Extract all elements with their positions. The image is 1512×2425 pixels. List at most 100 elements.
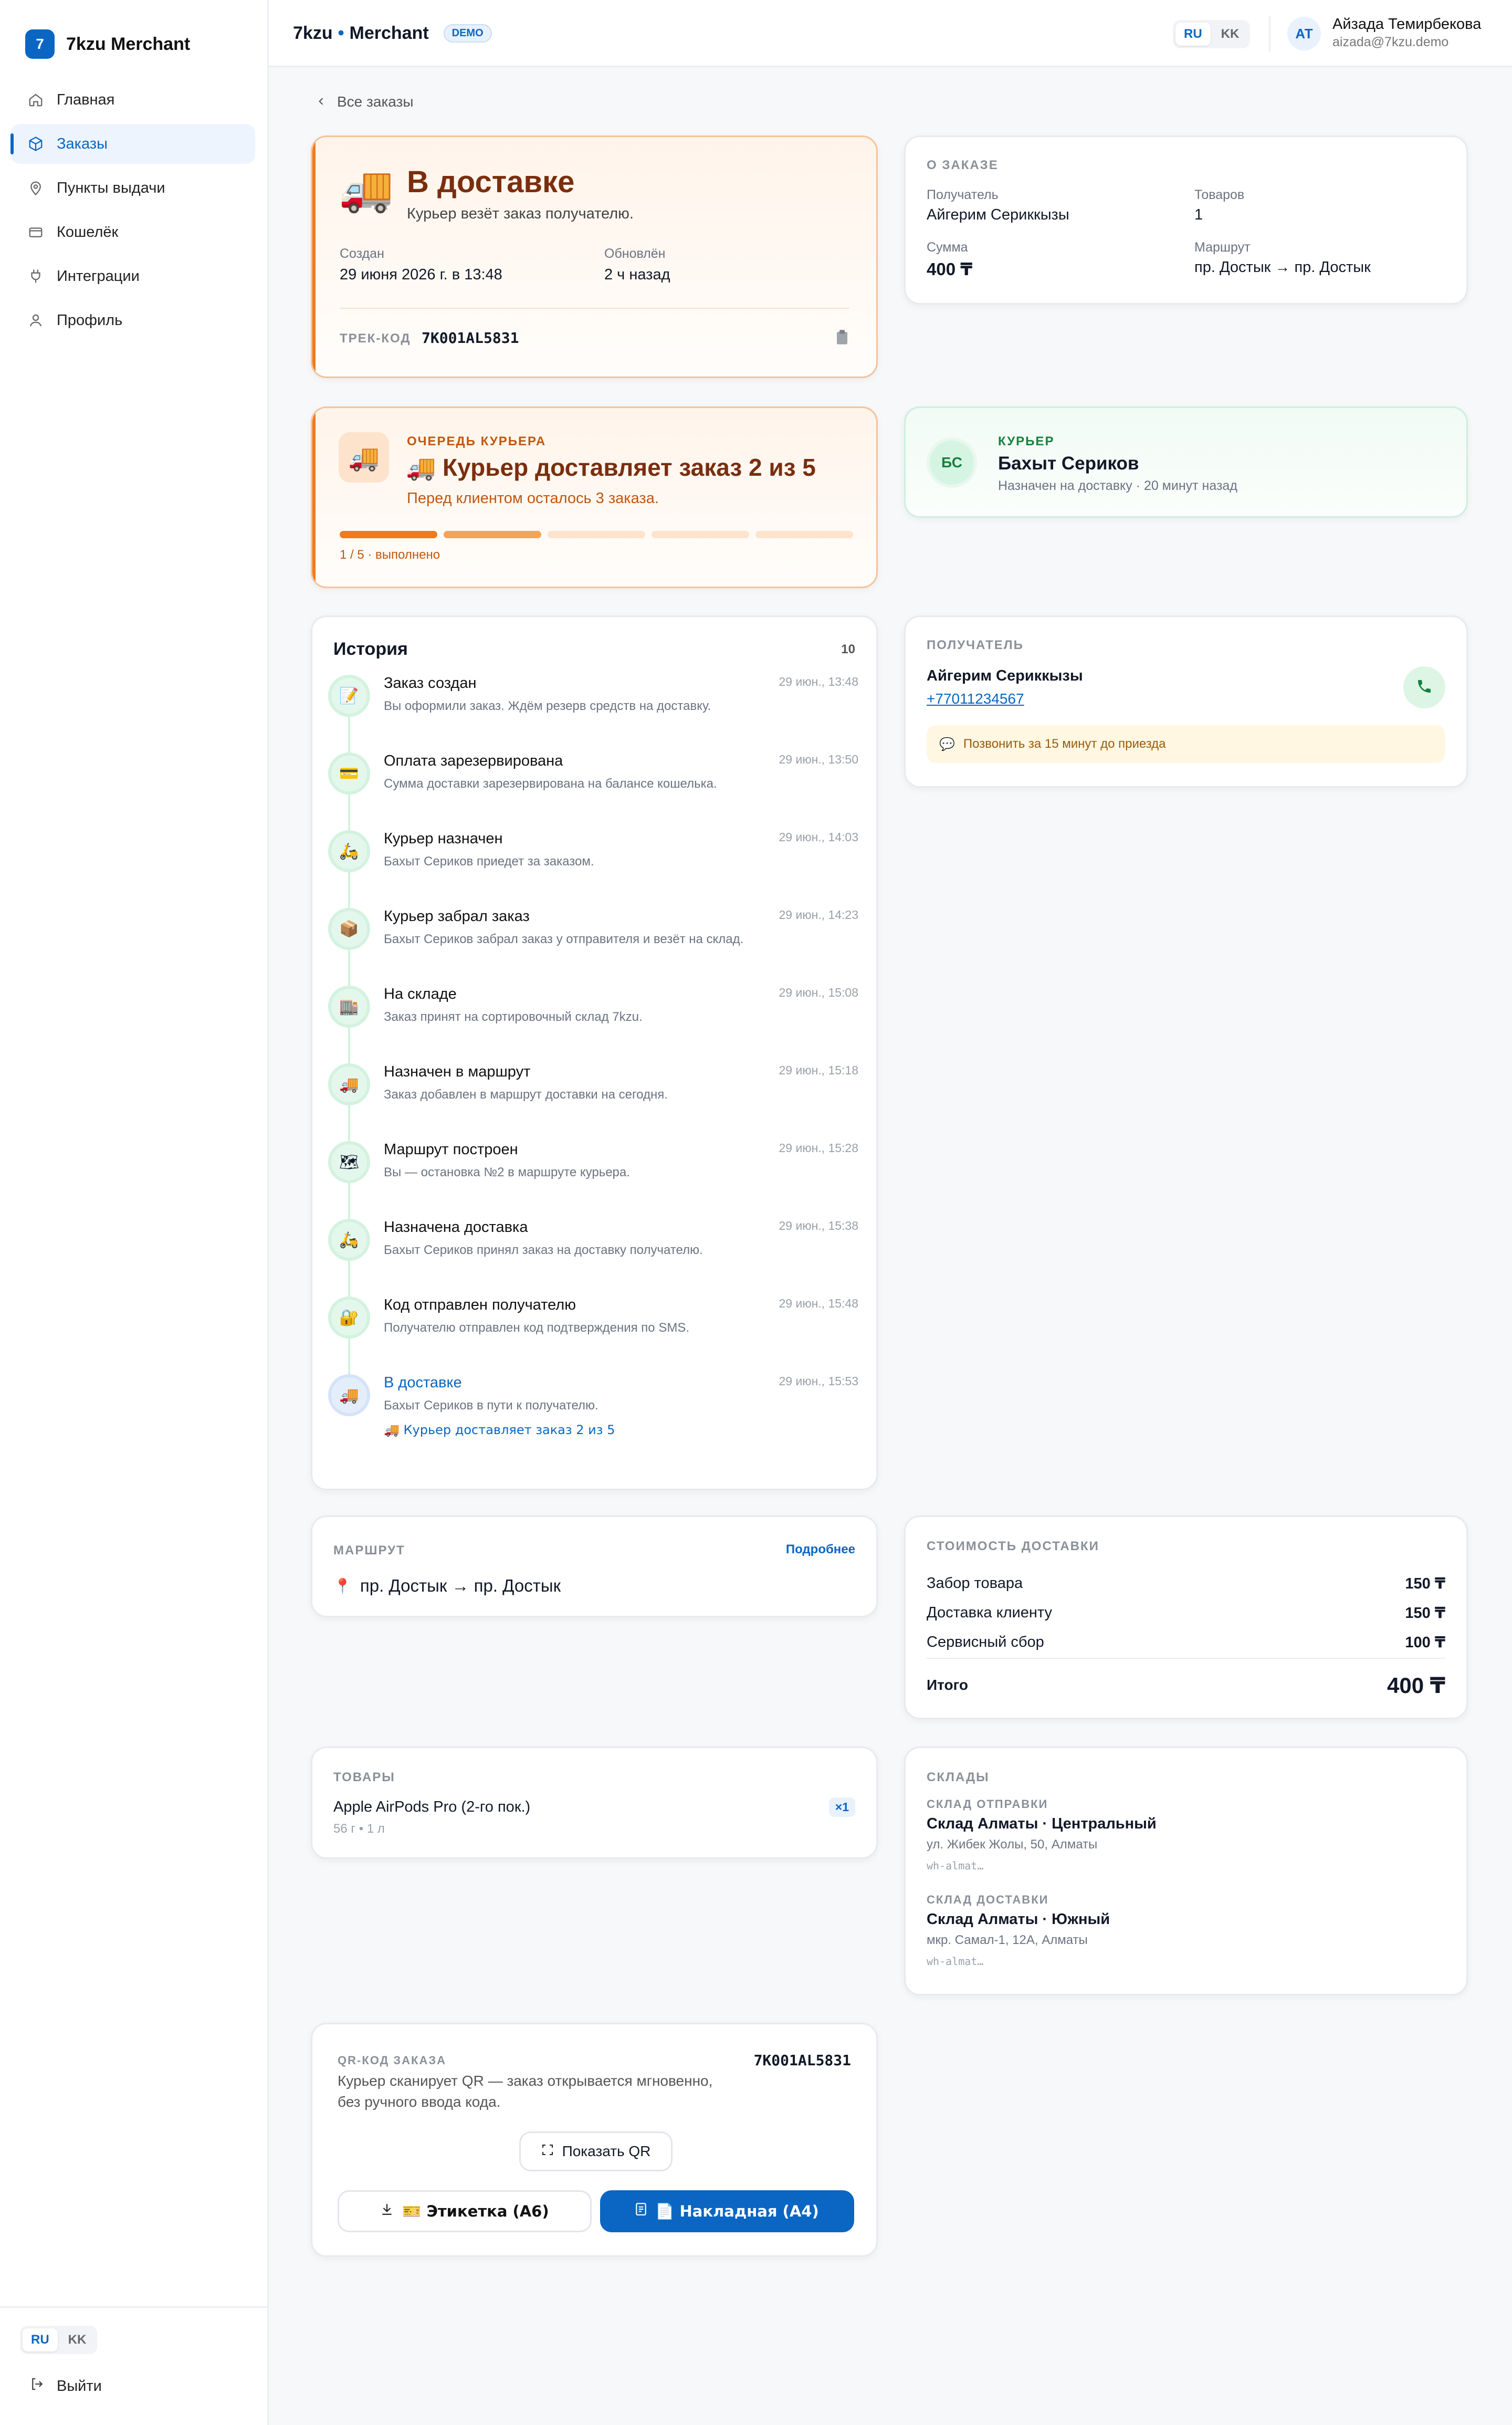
- sidebar-nav: Главная Заказы Пункты выдачи Кошелёк Инт…: [10, 80, 255, 344]
- history-step-desc: Бахыт Сериков в пути к получателю.: [384, 1398, 598, 1413]
- qr-desc-line2: без ручного ввода кода.: [338, 2094, 501, 2110]
- route-more-link[interactable]: Подробнее: [786, 1542, 855, 1557]
- cost-row-name: Забор товара: [927, 1574, 1023, 1592]
- recipient-phone-link[interactable]: +77011234567: [927, 691, 1024, 707]
- sidebar-item-wallet[interactable]: Кошелёк: [10, 212, 255, 252]
- recipient-value: Айгерим Сериккызы: [927, 206, 1069, 223]
- history-step-desc: Сумма доставки зарезервирована на баланс…: [384, 777, 717, 791]
- courier-card: БС КУРЬЕР Бахыт Сериков Назначен на дост…: [904, 406, 1468, 518]
- header-lang-kk-button[interactable]: KK: [1213, 23, 1248, 46]
- history-step-title: На складе: [384, 986, 457, 1002]
- queue-progress-segment: [340, 531, 437, 538]
- track-code: 7K001AL5831: [422, 329, 519, 347]
- history-step-time: 29 июн., 15:38: [779, 1219, 859, 1232]
- label-a6-button[interactable]: 🎫 Этикетка (А6): [338, 2190, 592, 2232]
- courier-note: Назначен на доставку · 20 минут назад: [998, 478, 1237, 493]
- history-step-desc: Заказ принят на сортировочный склад 7kzu…: [384, 1010, 643, 1024]
- route-row: 📍 пр. Достык → пр. Достык: [333, 1576, 561, 1596]
- sidebar-item-label: Главная: [57, 91, 115, 108]
- logout-button[interactable]: Выйти: [29, 2376, 102, 2396]
- sidebar-item-label: Кошелёк: [57, 223, 119, 241]
- recipient-label: Получатель: [927, 187, 999, 202]
- home-icon: [27, 91, 44, 108]
- history-step-icon: 🚚: [328, 1063, 370, 1105]
- timeline-line: [348, 696, 350, 1378]
- status-title: В доставке: [407, 165, 575, 199]
- sidebar-item-label: Интеграции: [57, 267, 140, 285]
- history-step-extra: 🚚 Курьер доставляет заказ 2 из 5: [384, 1423, 615, 1437]
- warehouse-to-name: Склад Алматы · Южный: [927, 1911, 1110, 1928]
- queue-progress-segment: [548, 531, 645, 538]
- cost-row-name: Доставка клиенту: [927, 1604, 1052, 1621]
- cost-row: Сервисный сбор 100 ₸: [927, 1627, 1445, 1657]
- divider: [927, 1658, 1445, 1659]
- sidebar-item-home[interactable]: Главная: [10, 80, 255, 120]
- goods-label: ТОВАРЫ: [333, 1770, 395, 1784]
- map-pin-icon: [27, 180, 44, 196]
- call-button[interactable]: [1403, 666, 1445, 708]
- history-step-title: Курьер забрал заказ: [384, 908, 530, 925]
- track-label: ТРЕК-КОД: [340, 331, 411, 346]
- lang-ru-button[interactable]: RU: [23, 2328, 58, 2351]
- queue-progress-text: 1 / 5 · выполнено: [340, 548, 440, 562]
- queue-progress-segment: [652, 531, 749, 538]
- cost-row: Забор товара 150 ₸: [927, 1569, 1445, 1598]
- queue-title: 🚚 Курьер доставляет заказ 2 из 5: [406, 454, 816, 481]
- history-step-title: Заказ создан: [384, 675, 477, 692]
- clipboard-icon[interactable]: [835, 329, 849, 348]
- qr-code-value: 7K001AL5831: [753, 2052, 851, 2069]
- back-link[interactable]: Все заказы: [316, 93, 414, 110]
- sidebar-item-label: Пункты выдачи: [57, 179, 165, 196]
- sidebar-item-pickup-points[interactable]: Пункты выдачи: [10, 168, 255, 208]
- sidebar-item-integrations[interactable]: Интеграции: [10, 256, 255, 296]
- recipient-note-text: Позвонить за 15 минут до приезда: [963, 737, 1166, 751]
- history-step-desc: Получателю отправлен код подтверждения п…: [384, 1321, 689, 1335]
- show-qr-button[interactable]: Показать QR: [519, 2131, 673, 2171]
- history-step-icon: 🚚: [328, 1374, 370, 1416]
- sidebar: 7 7kzu Merchant Главная Заказы Пункты вы…: [0, 0, 269, 2425]
- logout-icon: [29, 2376, 45, 2396]
- history-step-time: 29 июн., 15:18: [779, 1063, 859, 1077]
- header-section: Merchant: [349, 23, 429, 43]
- history-step-time: 29 июн., 13:50: [779, 752, 859, 766]
- updated-label: Обновлён: [604, 246, 666, 261]
- lang-kk-button[interactable]: KK: [60, 2328, 95, 2351]
- route-value: пр. Достык → пр. Достык: [360, 1576, 561, 1595]
- history-step-icon: 📝: [328, 675, 370, 717]
- history-step-title: В доставке: [384, 1374, 462, 1391]
- history-step-time: 29 июн., 15:08: [779, 986, 859, 999]
- warehouse-from-label: СКЛАД ОТПРАВКИ: [927, 1797, 1048, 1811]
- sum-value: 400 ₸: [927, 259, 973, 279]
- history-step-icon: 🛵: [328, 1219, 370, 1261]
- history-step-time: 29 июн., 15:28: [779, 1141, 859, 1155]
- recipient-name: Айгерим Сериккызы: [927, 667, 1083, 684]
- brand[interactable]: 7 7kzu Merchant: [25, 29, 190, 59]
- sidebar-footer: RU KK: [0, 2306, 269, 2354]
- qr-card: QR-КОД ЗАКАЗА 7K001AL5831 Курьер сканиру…: [311, 2023, 878, 2257]
- status-subtitle: Курьер везёт заказ получателю.: [407, 205, 634, 222]
- history-step-icon: 📦: [328, 908, 370, 950]
- history-step-time: 29 июн., 14:23: [779, 908, 859, 922]
- sidebar-item-profile[interactable]: Профиль: [10, 300, 255, 340]
- header-language-switcher: RU KK: [1173, 20, 1251, 48]
- sidebar-item-label: Заказы: [57, 135, 108, 152]
- header-lang-ru-button[interactable]: RU: [1175, 23, 1211, 46]
- cost-row-name: Сервисный сбор: [927, 1633, 1044, 1650]
- avatar[interactable]: АТ: [1287, 17, 1321, 50]
- history-count: 10: [841, 642, 855, 656]
- invoice-a4-button[interactable]: 📄 Накладная (А4): [600, 2190, 854, 2232]
- pushpin-icon: 📍: [333, 1577, 352, 1595]
- sidebar-item-orders[interactable]: Заказы: [10, 124, 255, 164]
- show-qr-label: Показать QR: [562, 2143, 651, 2159]
- queue-progress-segment: [755, 531, 853, 538]
- items-value: 1: [1194, 206, 1203, 223]
- top-header: 7kzu • Merchant DEMO RU KK АТ Айзада Тем…: [269, 0, 1512, 67]
- speech-bubble-icon: 💬: [939, 737, 955, 751]
- history-step-title: Маршрут построен: [384, 1141, 518, 1158]
- history-step-title: Назначена доставка: [384, 1219, 528, 1236]
- cost-label: СТОИМОСТЬ ДОСТАВКИ: [927, 1539, 1099, 1553]
- brand-logo: 7: [25, 29, 55, 59]
- history-step-desc: Заказ добавлен в маршрут доставки на сег…: [384, 1088, 668, 1102]
- history-step-title: Назначен в маршрут: [384, 1063, 531, 1080]
- delivery-truck-icon: 🚚: [339, 163, 394, 215]
